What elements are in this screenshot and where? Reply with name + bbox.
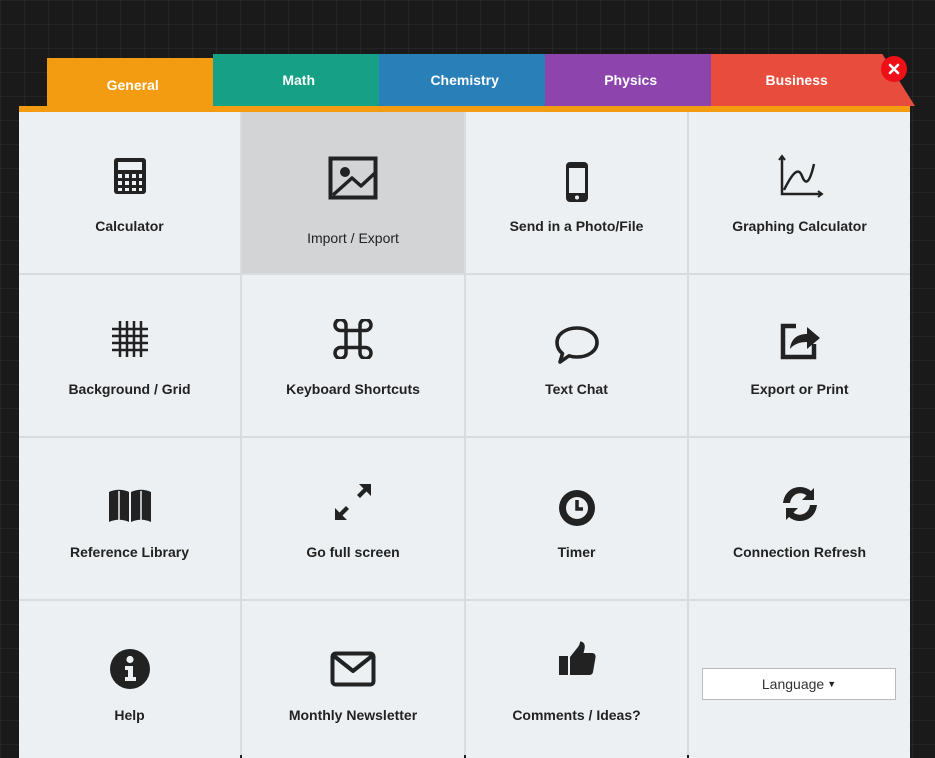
text-chat-label: Text Chat [545, 381, 608, 397]
caret-down-icon: ▼ [827, 679, 837, 689]
connection-refresh-button[interactable]: Connection Refresh [689, 438, 910, 599]
tab-physics-label: Physics [604, 72, 658, 88]
image-icon [327, 152, 379, 204]
graph-icon [774, 150, 826, 202]
text-chat-button[interactable]: Text Chat [466, 275, 687, 436]
calculator-icon [104, 150, 156, 202]
tab-bar: General Math Chemistry Physics Business [0, 0, 935, 112]
send-photo-file-button[interactable]: Send in a Photo/File [466, 112, 687, 273]
comments-ideas-label: Comments / Ideas? [512, 707, 641, 723]
import-export-label: Import / Export [307, 230, 399, 246]
import-export-button[interactable]: Import / Export [242, 112, 464, 273]
tab-general-label: General [106, 77, 159, 93]
tab-math-label: Math [282, 72, 316, 88]
monthly-newsletter-button[interactable]: Monthly Newsletter [242, 601, 464, 758]
timer-label: Timer [557, 544, 596, 560]
graphing-calculator-label: Graphing Calculator [732, 218, 867, 234]
full-screen-label: Go full screen [306, 544, 400, 560]
language-label: Language [761, 676, 825, 692]
tools-grid: Calculator Import / Export Send in a Pho… [19, 112, 910, 758]
background-grid-button[interactable]: Background / Grid [19, 275, 240, 436]
share-export-icon [774, 313, 826, 365]
reference-library-button[interactable]: Reference Library [19, 438, 240, 599]
monthly-newsletter-label: Monthly Newsletter [288, 707, 418, 723]
language-cell: Language ▼ [689, 601, 910, 758]
refresh-icon [774, 478, 826, 530]
reference-library-label: Reference Library [69, 544, 190, 560]
command-key-icon [327, 313, 379, 365]
grid-icon [104, 313, 156, 365]
calculator-button[interactable]: Calculator [19, 112, 240, 273]
export-print-button[interactable]: Export or Print [689, 275, 910, 436]
clock-icon [551, 482, 603, 534]
phone-icon [551, 156, 603, 208]
tab-business-label: Business [765, 72, 828, 88]
close-button[interactable] [881, 56, 907, 82]
keyboard-shortcuts-label: Keyboard Shortcuts [286, 381, 420, 397]
open-book-icon [104, 480, 156, 532]
close-icon [888, 63, 900, 75]
background-grid-label: Background / Grid [68, 381, 191, 397]
thumbs-up-icon [551, 633, 603, 685]
speech-bubble-icon [551, 319, 603, 371]
language-dropdown[interactable]: Language ▼ [702, 668, 896, 700]
expand-arrows-icon [327, 476, 379, 528]
full-screen-button[interactable]: Go full screen [242, 438, 464, 599]
comments-ideas-button[interactable]: Comments / Ideas? [466, 601, 687, 758]
envelope-icon [327, 643, 379, 695]
info-icon [104, 643, 156, 695]
calculator-label: Calculator [95, 218, 164, 234]
export-print-label: Export or Print [750, 381, 849, 397]
tab-chemistry-label: Chemistry [430, 72, 499, 88]
send-photo-file-label: Send in a Photo/File [509, 218, 644, 234]
help-label: Help [114, 707, 145, 723]
keyboard-shortcuts-button[interactable]: Keyboard Shortcuts [242, 275, 464, 436]
graphing-calculator-button[interactable]: Graphing Calculator [689, 112, 910, 273]
timer-button[interactable]: Timer [466, 438, 687, 599]
help-button[interactable]: Help [19, 601, 240, 758]
connection-refresh-label: Connection Refresh [732, 544, 866, 560]
